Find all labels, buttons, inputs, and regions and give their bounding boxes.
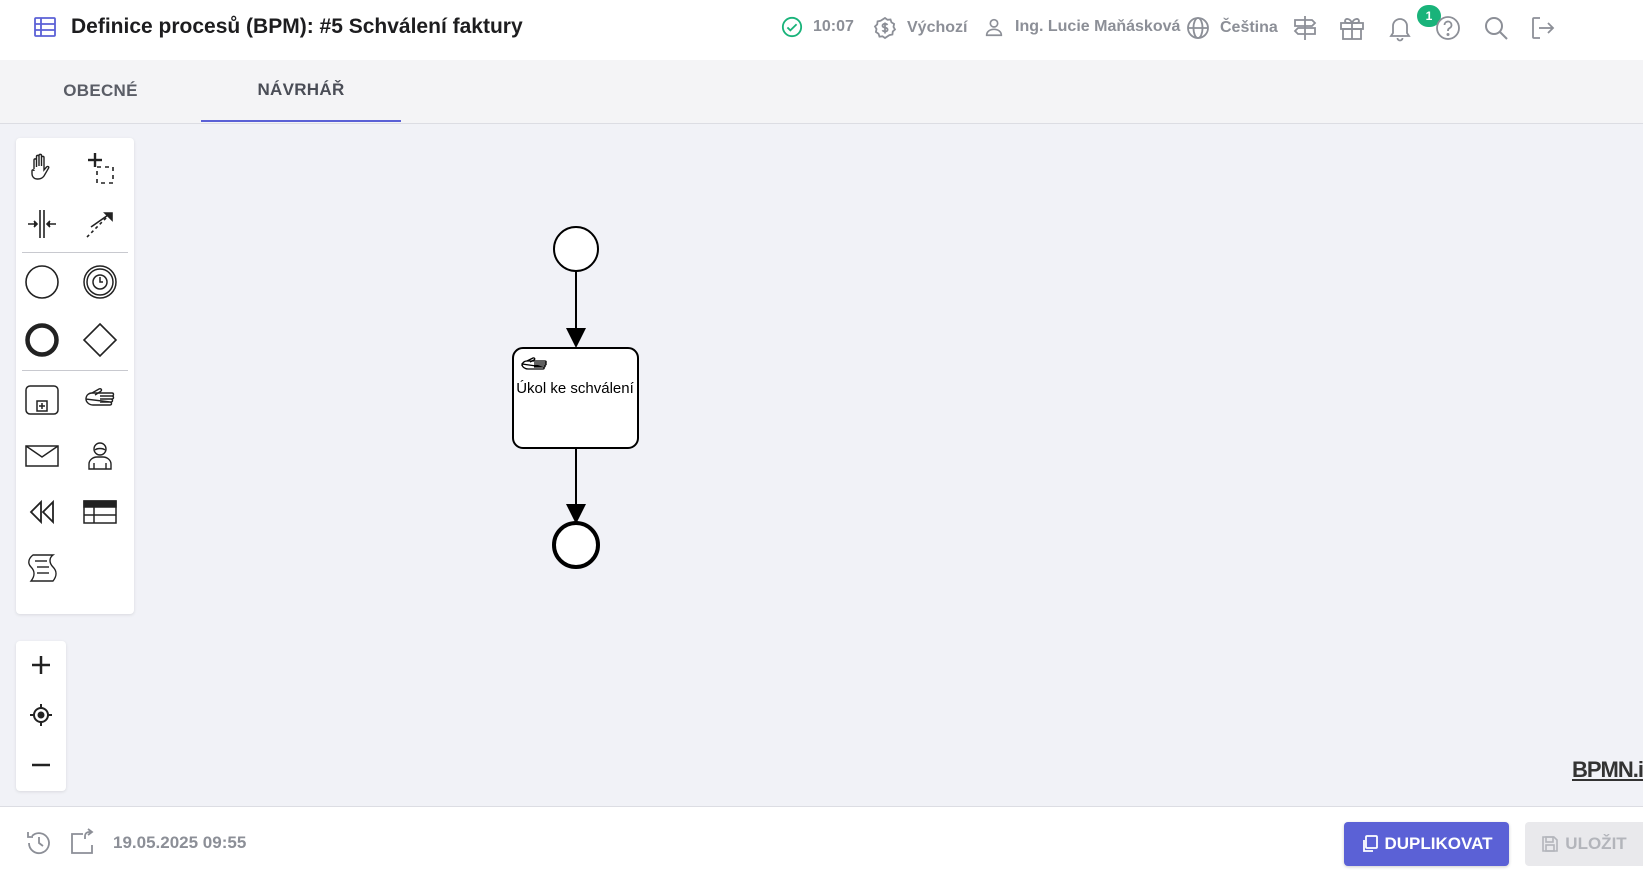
connect-tool-icon <box>86 212 113 238</box>
user-menu[interactable]: Ing. Lucie Maňásková <box>983 16 1180 38</box>
user-name: Ing. Lucie Maňásková <box>1015 18 1181 35</box>
create-script-task[interactable] <box>22 548 62 588</box>
dollar-badge-icon <box>873 16 897 40</box>
reset-view-button[interactable] <box>21 695 61 735</box>
lasso-tool-icon <box>88 153 114 184</box>
search-icon[interactable] <box>1482 14 1510 47</box>
history-icon[interactable] <box>25 829 53 862</box>
bpmn-canvas[interactable] <box>140 124 1643 804</box>
bpmn-palette <box>16 138 134 614</box>
revisions-icon[interactable] <box>69 827 99 862</box>
create-gateway[interactable] <box>80 320 120 360</box>
session-time: 10:07 <box>813 18 854 35</box>
create-data-table[interactable] <box>80 492 120 532</box>
bpmn-io-watermark[interactable]: BPMN.io <box>1572 757 1643 783</box>
start-event <box>553 226 599 272</box>
manual-task <box>512 347 639 449</box>
global-connect-tool[interactable] <box>80 204 120 244</box>
copy-icon <box>1362 835 1378 852</box>
create-rewind-task[interactable] <box>22 492 62 532</box>
palette-separator <box>22 252 128 253</box>
end-event <box>552 521 600 569</box>
envelope-icon <box>25 445 59 467</box>
duplicate-label: DUPLIKOVAT <box>1384 834 1493 853</box>
crosshair-icon <box>30 704 52 726</box>
script-icon <box>28 554 57 582</box>
page-title: Definice procesů (BPM): #5 Schválení fak… <box>71 15 523 38</box>
language-label: Čeština <box>1220 19 1278 36</box>
subprocess-icon <box>25 385 59 415</box>
space-tool[interactable] <box>22 204 62 244</box>
bottom-toolbar: 19.05.2025 09:55 DUPLIKOVAT ULOŽIT <box>0 806 1643 877</box>
currency-selector[interactable]: Výchozí <box>873 16 967 40</box>
last-modified-timestamp: 19.05.2025 09:55 <box>113 833 247 852</box>
end-event-icon <box>25 323 59 357</box>
create-subprocess[interactable] <box>22 380 62 420</box>
palette-separator <box>22 370 128 371</box>
currency-label: Výchozí <box>907 19 968 36</box>
start-event-icon <box>25 265 59 299</box>
create-manual-task[interactable] <box>80 380 120 420</box>
minus-icon <box>32 763 50 767</box>
logout-icon[interactable] <box>1529 14 1557 47</box>
create-start-event[interactable] <box>22 262 62 302</box>
hand-tool[interactable] <box>22 148 62 188</box>
zoom-controls <box>16 641 66 791</box>
session-timer[interactable]: 10:07 <box>781 16 854 38</box>
floppy-icon <box>1542 836 1559 852</box>
user-icon <box>985 18 1003 37</box>
space-tool-icon <box>28 210 56 238</box>
save-label: ULOŽIT <box>1565 834 1627 853</box>
bell-icon[interactable] <box>1387 14 1413 47</box>
tab-general[interactable]: OBECNÉ <box>0 60 201 122</box>
save-button[interactable]: ULOŽIT <box>1525 822 1643 866</box>
top-header: Definice procesů (BPM): #5 Schválení fak… <box>0 0 1643 61</box>
user-task-icon <box>88 442 112 470</box>
data-table-icon <box>83 500 117 524</box>
check-circle-icon <box>781 16 803 38</box>
globe-icon <box>1187 17 1209 39</box>
create-end-event[interactable] <box>22 320 62 360</box>
table-icon <box>33 15 57 44</box>
task-label: Úkol ke schválení <box>516 380 634 397</box>
tab-designer[interactable]: NÁVRHÁŘ <box>201 60 401 122</box>
language-selector[interactable]: Čeština <box>1186 16 1278 40</box>
hand-tool-icon <box>31 153 50 180</box>
bpmn-diagram <box>512 226 639 569</box>
duplicate-button[interactable]: DUPLIKOVAT <box>1344 822 1509 866</box>
lasso-tool[interactable] <box>80 148 120 188</box>
manual-task-icon <box>85 388 115 406</box>
zoom-out-button[interactable] <box>21 745 61 785</box>
create-user-task[interactable] <box>80 436 120 476</box>
create-message-task[interactable] <box>22 436 62 476</box>
gift-icon[interactable] <box>1339 14 1365 47</box>
rewind-icon <box>29 499 54 525</box>
plus-icon <box>32 656 50 674</box>
help-icon[interactable] <box>1434 14 1462 47</box>
zoom-in-button[interactable] <box>21 645 61 685</box>
create-intermediate-event[interactable] <box>80 262 120 302</box>
tab-bar: OBECNÉ NÁVRHÁŘ <box>0 60 1643 124</box>
gateway-icon <box>82 322 118 358</box>
signpost-icon[interactable] <box>1292 14 1318 47</box>
intermediate-event-icon <box>83 265 117 299</box>
